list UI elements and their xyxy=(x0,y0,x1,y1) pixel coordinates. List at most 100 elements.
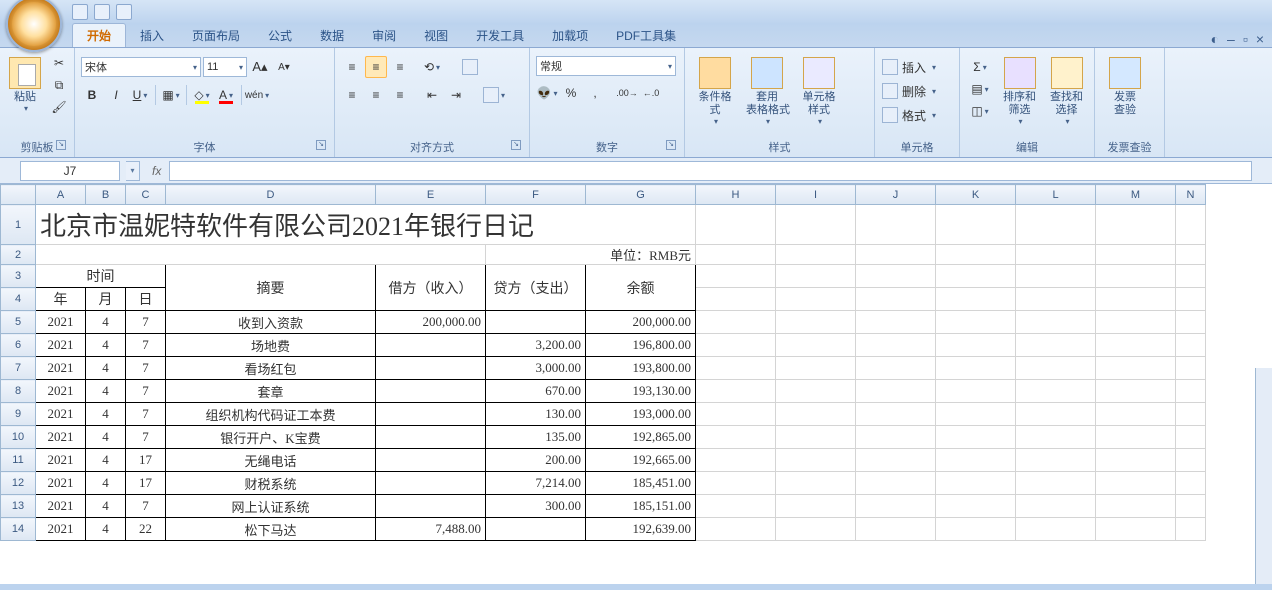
cell-day[interactable]: 7 xyxy=(126,334,166,357)
cell[interactable] xyxy=(776,449,856,472)
cell-summary[interactable]: 组织机构代码证工本费 xyxy=(166,403,376,426)
cell-month[interactable]: 4 xyxy=(86,495,126,518)
decrease-indent-button[interactable]: ⇤ xyxy=(421,84,443,106)
number-format-combo[interactable]: 常规▾ xyxy=(536,56,676,76)
cell[interactable] xyxy=(776,334,856,357)
cell-summary[interactable]: 银行开户、K宝费 xyxy=(166,426,376,449)
cell-debit[interactable] xyxy=(376,403,486,426)
cell[interactable] xyxy=(1096,380,1176,403)
cell-debit[interactable] xyxy=(376,472,486,495)
title-cell[interactable]: 北京市温妮特软件有限公司2021年银行日记 xyxy=(36,205,696,245)
tab-insert[interactable]: 插入 xyxy=(126,24,178,47)
cell[interactable] xyxy=(936,403,1016,426)
cell[interactable] xyxy=(1176,518,1206,541)
cell[interactable] xyxy=(696,357,776,380)
col-header-L[interactable]: L xyxy=(1016,185,1096,205)
row-header-4[interactable]: 4 xyxy=(1,288,36,311)
hdr-debit[interactable]: 借方（收入） xyxy=(376,265,486,311)
row-header-1[interactable]: 1 xyxy=(1,205,36,245)
cell-balance[interactable]: 192,639.00 xyxy=(586,518,696,541)
cell[interactable] xyxy=(776,518,856,541)
name-box-dropdown[interactable]: ▾ xyxy=(126,161,140,181)
row-header-7[interactable]: 7 xyxy=(1,357,36,380)
row-header-9[interactable]: 9 xyxy=(1,403,36,426)
cell-summary[interactable]: 套章 xyxy=(166,380,376,403)
align-right-button[interactable]: ≡ xyxy=(389,84,411,106)
cell-month[interactable]: 4 xyxy=(86,311,126,334)
cell-balance[interactable]: 200,000.00 xyxy=(586,311,696,334)
cell[interactable] xyxy=(856,288,936,311)
increase-decimal-button[interactable]: .00→ xyxy=(616,82,638,104)
cell-summary[interactable]: 收到入资款 xyxy=(166,311,376,334)
cell[interactable] xyxy=(936,288,1016,311)
cell-year[interactable]: 2021 xyxy=(36,334,86,357)
col-header-A[interactable]: A xyxy=(36,185,86,205)
cell[interactable] xyxy=(1176,288,1206,311)
hdr-year[interactable]: 年 xyxy=(36,288,86,311)
font-launcher[interactable]: ↘ xyxy=(316,140,326,150)
cell[interactable] xyxy=(856,380,936,403)
border-button[interactable]: ▦▾ xyxy=(160,84,182,106)
cell-year[interactable]: 2021 xyxy=(36,403,86,426)
cell[interactable] xyxy=(856,518,936,541)
row-header-2[interactable]: 2 xyxy=(1,245,36,265)
cell[interactable] xyxy=(1176,245,1206,265)
name-box[interactable]: J7 xyxy=(20,161,120,181)
cell[interactable] xyxy=(856,334,936,357)
hdr-day[interactable]: 日 xyxy=(126,288,166,311)
cell[interactable] xyxy=(1176,495,1206,518)
cell-styles-button[interactable]: 单元格 样式▾ xyxy=(795,52,843,131)
cell[interactable] xyxy=(776,403,856,426)
tab-view[interactable]: 视图 xyxy=(410,24,462,47)
qat-save-icon[interactable] xyxy=(72,4,88,20)
invoice-verify-button[interactable]: 发票 查验 xyxy=(1101,52,1149,122)
cell-day[interactable]: 7 xyxy=(126,357,166,380)
cell[interactable] xyxy=(1176,311,1206,334)
minimize-ribbon-icon[interactable]: – xyxy=(1227,31,1235,47)
cell[interactable] xyxy=(856,403,936,426)
hdr-time[interactable]: 时间 xyxy=(36,265,166,288)
phonetic-button[interactable]: wén▾ xyxy=(246,84,268,106)
cell[interactable] xyxy=(856,205,936,245)
cell[interactable] xyxy=(936,518,1016,541)
row-header-10[interactable]: 10 xyxy=(1,426,36,449)
cell[interactable] xyxy=(1016,288,1096,311)
unit-cell[interactable]: 单位：RMB元 xyxy=(486,245,696,265)
cell[interactable] xyxy=(856,357,936,380)
cell[interactable] xyxy=(936,380,1016,403)
cell[interactable] xyxy=(1176,380,1206,403)
cell[interactable] xyxy=(696,245,776,265)
sort-filter-button[interactable]: 排序和 筛选▾ xyxy=(998,52,1041,131)
cell[interactable] xyxy=(936,334,1016,357)
font-size-combo[interactable]: 11▾ xyxy=(203,57,247,77)
fill-color-button[interactable]: ◇▾ xyxy=(191,84,213,106)
decrease-font-button[interactable]: A▾ xyxy=(273,56,295,78)
percent-button[interactable]: % xyxy=(560,82,582,104)
cell[interactable] xyxy=(776,495,856,518)
cell[interactable] xyxy=(1096,245,1176,265)
col-header-D[interactable]: D xyxy=(166,185,376,205)
cell-credit[interactable]: 670.00 xyxy=(486,380,586,403)
cell-year[interactable]: 2021 xyxy=(36,495,86,518)
cell-month[interactable]: 4 xyxy=(86,518,126,541)
cell-balance[interactable]: 196,800.00 xyxy=(586,334,696,357)
cell[interactable] xyxy=(856,426,936,449)
cell[interactable] xyxy=(856,245,936,265)
col-header-E[interactable]: E xyxy=(376,185,486,205)
font-name-combo[interactable]: 宋体▾ xyxy=(81,57,201,77)
col-header-F[interactable]: F xyxy=(486,185,586,205)
cell-year[interactable]: 2021 xyxy=(36,449,86,472)
row-header-5[interactable]: 5 xyxy=(1,311,36,334)
tab-pdf[interactable]: PDF工具集 xyxy=(602,24,690,47)
cell[interactable] xyxy=(936,357,1016,380)
cell-credit[interactable]: 200.00 xyxy=(486,449,586,472)
cell-day[interactable]: 7 xyxy=(126,426,166,449)
cell-month[interactable]: 4 xyxy=(86,334,126,357)
cell[interactable] xyxy=(776,472,856,495)
cell[interactable] xyxy=(1096,495,1176,518)
comma-button[interactable]: , xyxy=(584,82,606,104)
cell-month[interactable]: 4 xyxy=(86,380,126,403)
cell[interactable] xyxy=(856,472,936,495)
formula-input[interactable] xyxy=(169,161,1252,181)
cell[interactable] xyxy=(1096,311,1176,334)
